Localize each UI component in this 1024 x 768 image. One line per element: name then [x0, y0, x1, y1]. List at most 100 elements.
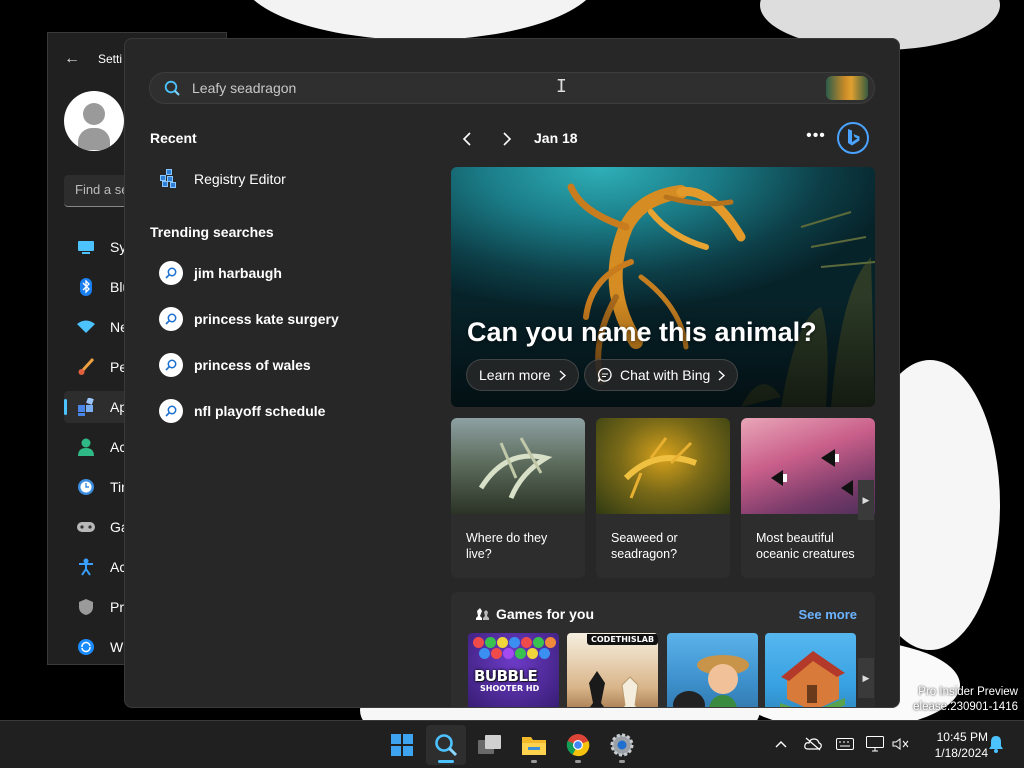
game-house[interactable] [765, 633, 856, 707]
active-indicator [64, 399, 67, 415]
chess-board-art [589, 671, 639, 707]
search-icon [164, 80, 180, 96]
chrome-icon [566, 734, 590, 757]
seadragon-thumbnail[interactable] [826, 76, 868, 100]
card-caption: Most beautiful oceanic creatures [756, 531, 855, 561]
accessibility-icon [76, 557, 96, 577]
chess-pieces-icon [476, 608, 489, 620]
games-section: Games for you See more BUBBLE SHOOTER HD… [451, 592, 875, 707]
cards-scroll-right-button[interactable]: ▶ [858, 480, 874, 520]
trending-item-label: jim harbaugh [194, 265, 282, 281]
trending-item[interactable]: princess kate surgery [159, 303, 339, 335]
start-button[interactable] [382, 725, 422, 765]
recent-heading: Recent [150, 130, 197, 146]
recent-item-label: Registry Editor [194, 171, 286, 187]
start-icon [391, 734, 413, 756]
game-chess[interactable]: CODETHISLAB [567, 633, 658, 707]
running-indicator [619, 760, 625, 763]
system-icon [76, 237, 96, 257]
learn-more-label: Learn more [479, 367, 551, 383]
personalization-icon [76, 357, 96, 377]
clock-time: 10:45 PM [936, 730, 988, 744]
privacy-icon [76, 597, 96, 617]
settings-title: Setti [98, 52, 123, 66]
gaming-icon [76, 517, 96, 537]
file-explorer-icon [522, 737, 546, 755]
running-indicator [575, 760, 581, 763]
previous-day-button[interactable] [453, 125, 481, 153]
taskbar-clock[interactable]: 10:45 PM 1/18/2024 [918, 729, 988, 761]
task-view-button[interactable] [470, 725, 510, 765]
active-indicator [438, 760, 454, 763]
watermark-line-1: Pro Insider Preview [918, 686, 1018, 698]
search-trending-icon [159, 307, 183, 331]
card-image [741, 418, 875, 514]
next-day-button[interactable] [493, 125, 521, 153]
card-caption: Seaweed or seadragon? [611, 531, 678, 561]
search-trending-icon [159, 261, 183, 285]
avatar[interactable] [64, 91, 124, 151]
game-bubble-shooter[interactable]: BUBBLE SHOOTER HD [468, 633, 559, 707]
search-trending-icon [159, 399, 183, 423]
learn-more-button[interactable]: Learn more [466, 359, 579, 391]
chevron-up-icon [775, 741, 787, 748]
games-scroll-right-button[interactable]: ▶ [858, 658, 874, 698]
bing-icon [848, 129, 860, 146]
card-image [596, 418, 730, 514]
notifications-bell-icon[interactable] [986, 733, 1006, 755]
watermark-line-2: elease.230901-1416 [913, 701, 1018, 713]
card-seaweed-or-seadragon[interactable]: Seaweed or seadragon? [596, 418, 730, 578]
more-options-icon[interactable]: ••• [803, 125, 829, 151]
keyboard-icon[interactable] [835, 733, 855, 755]
trending-heading: Trending searches [150, 224, 274, 240]
trending-item-label: nfl playoff schedule [194, 403, 326, 419]
game-farm[interactable] [667, 633, 758, 707]
text-cursor-icon: I [556, 76, 567, 97]
card-most-beautiful-oceanic-creatures[interactable]: Most beautiful oceanic creatures [741, 418, 875, 578]
card-image [451, 418, 585, 514]
task-view-icon [478, 735, 501, 754]
search-icon [435, 734, 458, 757]
file-explorer-button[interactable] [514, 725, 554, 765]
house-art [780, 651, 845, 707]
trending-item-label: princess kate surgery [194, 311, 339, 327]
clock-date: 1/18/2024 [934, 746, 988, 760]
chevron-right-icon [559, 369, 566, 381]
chat-with-bing-button[interactable]: Chat with Bing [584, 359, 739, 391]
search-taskbar-button[interactable] [426, 725, 466, 765]
chevron-right-icon [503, 132, 512, 146]
settings-taskbar-button[interactable] [602, 725, 642, 765]
accounts-icon [76, 437, 96, 457]
time-language-icon [76, 477, 96, 497]
search-trending-icon [159, 353, 183, 377]
recent-item-registry-editor[interactable]: Registry Editor [159, 163, 286, 195]
game-title: BUBBLE [474, 667, 538, 685]
trending-item[interactable]: jim harbaugh [159, 257, 282, 289]
chevron-right-icon [718, 369, 726, 381]
network-icon [76, 317, 96, 337]
trending-item-label: princess of wales [194, 357, 311, 373]
show-hidden-icons-button[interactable] [771, 733, 791, 755]
search-box[interactable]: I [149, 72, 875, 104]
bluetooth-icon [76, 277, 96, 297]
bing-chat-button[interactable] [837, 122, 869, 154]
hero-card[interactable]: Can you name this animal? Learn more Cha… [451, 167, 875, 407]
trending-item[interactable]: nfl playoff schedule [159, 395, 325, 427]
games-title: Games for you [496, 606, 595, 622]
search-input[interactable] [192, 73, 812, 103]
farm-character-art [673, 655, 749, 707]
card-where-do-they-live[interactable]: Where do they live? [451, 418, 585, 578]
volume-muted-icon[interactable] [891, 733, 911, 755]
registry-editor-icon [159, 169, 179, 189]
chevron-left-icon [462, 132, 471, 146]
cloud-offline-icon[interactable] [803, 733, 823, 755]
network-monitor-icon[interactable] [865, 733, 885, 755]
windows-update-icon [76, 637, 96, 657]
chrome-button[interactable] [558, 725, 598, 765]
trending-item[interactable]: princess of wales [159, 349, 311, 381]
back-arrow-icon[interactable]: ← [64, 50, 80, 68]
game-subtitle: SHOOTER HD [480, 684, 540, 693]
highlights-date: Jan 18 [534, 130, 578, 146]
running-indicator [531, 760, 537, 763]
see-more-link[interactable]: See more [798, 607, 857, 622]
